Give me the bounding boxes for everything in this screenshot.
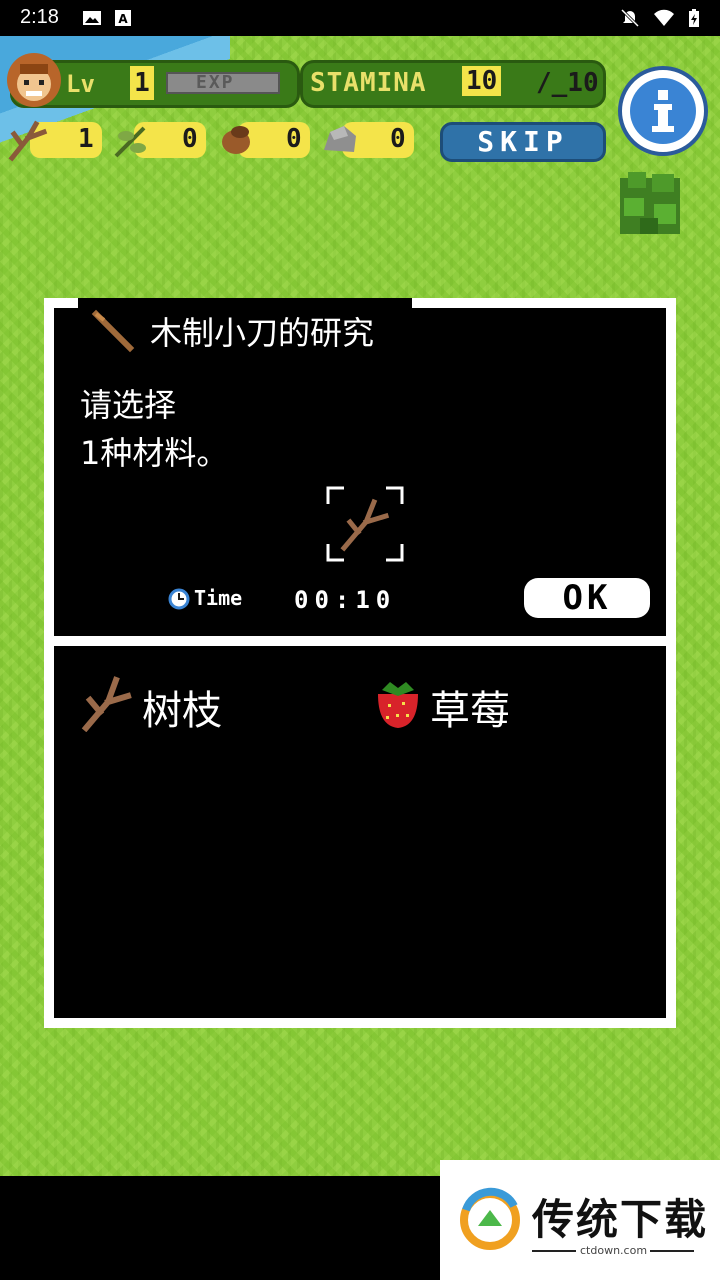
watermark-logo-icon (460, 1187, 520, 1250)
branch-icon (8, 120, 48, 162)
gallery-icon (83, 11, 101, 25)
material-item-strawberry[interactable]: 草莓 (372, 676, 552, 736)
status-time: 2:18 (20, 6, 59, 28)
bush-icon[interactable] (614, 168, 686, 242)
time-label: Time (194, 586, 243, 610)
level-value: 1 (130, 66, 154, 100)
nut-icon (222, 126, 250, 154)
stamina-label: STAMINA (310, 68, 427, 98)
stamina-current: 10 (462, 66, 502, 96)
svg-text:A: A (118, 12, 128, 26)
a-icon: A (115, 10, 131, 26)
stamina-max: /_10 (536, 68, 599, 98)
prompt-line-1: 请选择 (80, 386, 177, 424)
clock-icon (168, 588, 190, 610)
info-button[interactable] (618, 66, 708, 156)
prompt-line-2: 1种材料。 (80, 434, 229, 472)
watermark-divider (532, 1250, 576, 1252)
branch-icon (81, 676, 132, 732)
stone-icon (324, 126, 356, 152)
resource-count-branch: 1 (78, 124, 94, 154)
resource-count-stone: 0 (390, 124, 406, 154)
material-label: 草莓 (430, 688, 510, 734)
player-avatar-icon (7, 53, 61, 107)
time-value: 00:10 (294, 586, 397, 614)
strawberry-icon (378, 682, 418, 728)
material-slot[interactable] (326, 486, 404, 562)
battery-icon (689, 9, 699, 27)
leaf-icon (114, 126, 146, 158)
watermark: 传统下载 ctdown.com (440, 1160, 720, 1280)
watermark-divider (650, 1250, 694, 1252)
resource-count-leaf: 0 (182, 124, 198, 154)
skip-button[interactable]: SKIP (440, 122, 606, 162)
wifi-icon (654, 9, 674, 27)
watermark-brand: 传统下载 (532, 1195, 709, 1244)
ok-button[interactable]: OK (524, 578, 650, 618)
resource-count-nut: 0 (286, 124, 302, 154)
material-item-branch[interactable]: 树枝 (80, 676, 260, 736)
level-label: Lv (66, 70, 95, 98)
wooden-knife-icon (91, 309, 135, 353)
material-label: 树枝 (142, 688, 222, 734)
exp-label: EXP (196, 72, 235, 93)
mute-icon (620, 8, 640, 28)
watermark-url: ctdown.com (580, 1244, 648, 1257)
status-bar: 2:18 A (0, 0, 720, 36)
info-icon (630, 78, 696, 144)
dialog-title: 木制小刀的研究 (150, 314, 375, 352)
